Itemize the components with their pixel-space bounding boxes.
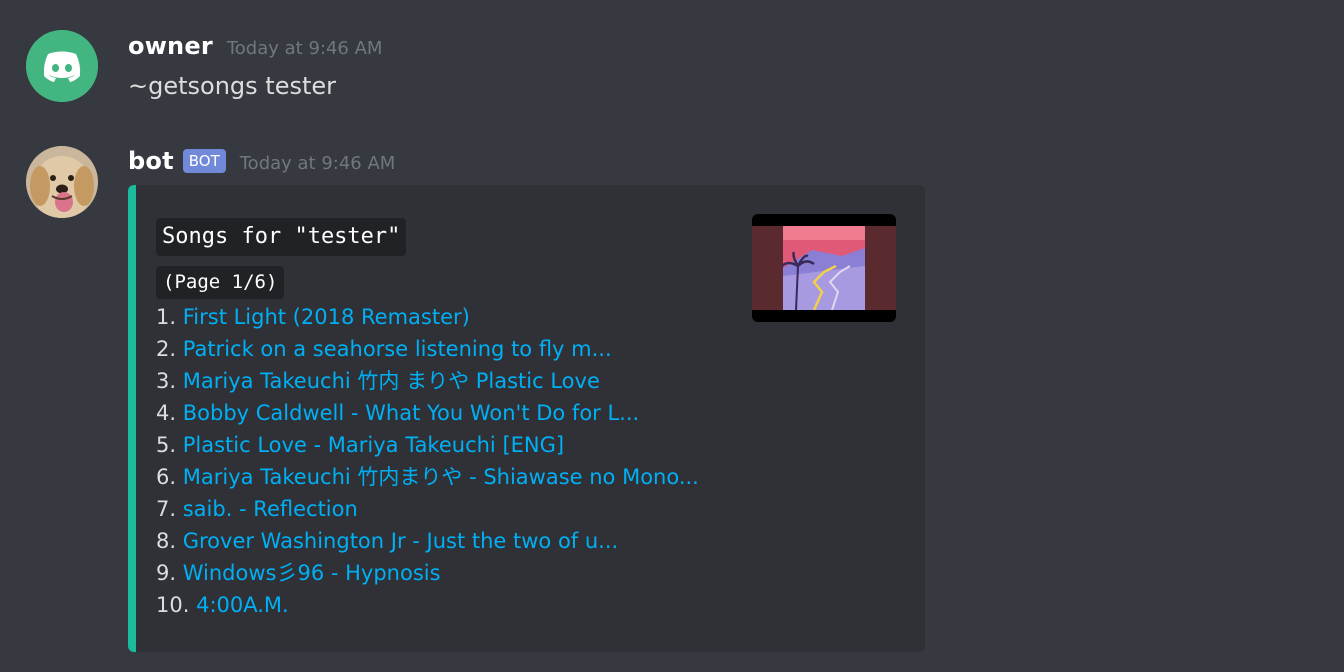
song-link[interactable]: Mariya Takeuchi 竹内 まりや Plastic Love xyxy=(183,369,600,393)
song-number: 4. xyxy=(156,401,177,425)
bot-badge: BOT xyxy=(182,149,226,173)
message-header: bot BOT Today at 9:46 AM xyxy=(128,147,395,176)
song-embed: Songs for "tester" (Page 1/6) 1. First L… xyxy=(128,185,925,652)
avatar[interactable] xyxy=(26,146,98,218)
song-link[interactable]: Plastic Love - Mariya Takeuchi [ENG] xyxy=(183,433,564,457)
list-item: 8. Grover Washington Jr - Just the two o… xyxy=(156,525,699,557)
song-number: 6. xyxy=(156,465,177,489)
list-item: 10. 4:00A.M. xyxy=(156,589,699,621)
album-art-icon xyxy=(752,226,896,310)
song-number: 3. xyxy=(156,369,177,393)
embed-accent-bar xyxy=(128,185,136,652)
song-number: 1. xyxy=(156,305,177,329)
song-number: 9. xyxy=(156,561,177,585)
username[interactable]: bot xyxy=(128,147,174,175)
song-link[interactable]: Mariya Takeuchi 竹内まりや - Shiawase no Mono… xyxy=(183,465,699,489)
avatar[interactable] xyxy=(26,30,98,102)
embed-thumbnail[interactable] xyxy=(752,214,896,322)
song-link[interactable]: First Light (2018 Remaster) xyxy=(183,305,470,329)
list-item: 4. Bobby Caldwell - What You Won't Do fo… xyxy=(156,397,699,429)
discord-logo-icon xyxy=(26,30,98,102)
list-item: 5. Plastic Love - Mariya Takeuchi [ENG] xyxy=(156,429,699,461)
message-bot: bot BOT Today at 9:46 AM Songs for "test… xyxy=(0,137,1344,672)
list-item: 6. Mariya Takeuchi 竹内まりや - Shiawase no M… xyxy=(156,461,699,493)
timestamp[interactable]: Today at 9:46 AM xyxy=(227,38,383,59)
dog-avatar-icon xyxy=(26,146,98,218)
list-item: 1. First Light (2018 Remaster) xyxy=(156,301,699,333)
song-list: 1. First Light (2018 Remaster) 2. Patric… xyxy=(156,301,699,621)
song-number: 8. xyxy=(156,529,177,553)
song-link[interactable]: saib. - Reflection xyxy=(183,497,358,521)
page-indicator: (Page 1/6) xyxy=(156,266,285,299)
embed-title: Songs for "tester" xyxy=(156,218,407,256)
message-content: ~getsongs tester xyxy=(128,72,337,100)
message-header: owner Today at 9:46 AM xyxy=(128,32,382,60)
song-number: 2. xyxy=(156,337,177,361)
song-link[interactable]: Windows彡96 - Hypnosis xyxy=(183,561,441,585)
list-item: 9. Windows彡96 - Hypnosis xyxy=(156,557,699,589)
song-link[interactable]: Bobby Caldwell - What You Won't Do for L… xyxy=(183,401,639,425)
list-item: 3. Mariya Takeuchi 竹内 まりや Plastic Love xyxy=(156,365,699,397)
song-link[interactable]: Grover Washington Jr - Just the two of u… xyxy=(183,529,618,553)
song-link[interactable]: Patrick on a seahorse listening to fly m… xyxy=(183,337,612,361)
list-item: 2. Patrick on a seahorse listening to fl… xyxy=(156,333,699,365)
list-item: 7. saib. - Reflection xyxy=(156,493,699,525)
username[interactable]: owner xyxy=(128,32,213,60)
song-number: 7. xyxy=(156,497,177,521)
song-number: 5. xyxy=(156,433,177,457)
message-owner: owner Today at 9:46 AM ~getsongs tester xyxy=(0,0,1344,137)
song-number: 10. xyxy=(156,593,190,617)
song-link[interactable]: 4:00A.M. xyxy=(196,593,289,617)
timestamp[interactable]: Today at 9:46 AM xyxy=(240,153,396,174)
